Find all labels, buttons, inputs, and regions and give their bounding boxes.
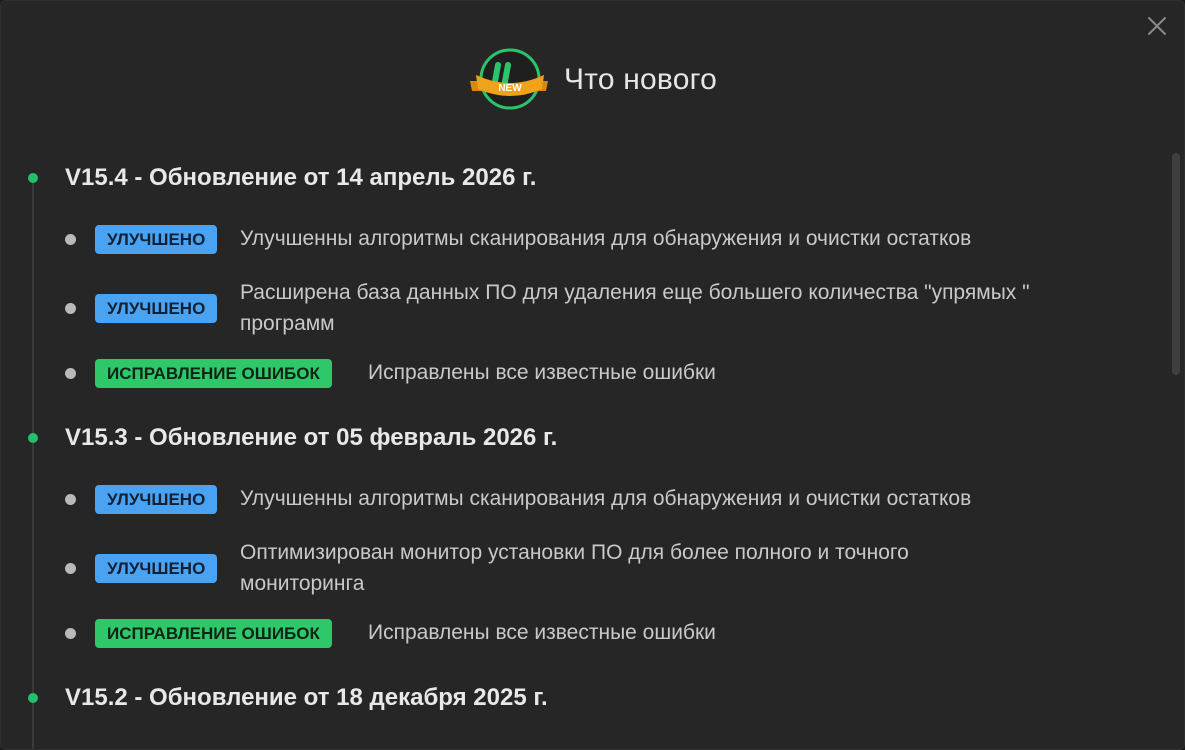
- changelog-item: УЛУЧШЕНО Улучшенны алгоритмы сканирования…: [1, 211, 1151, 271]
- changelog-item: ИСПРАВЛЕНИЕ ОШИБОК Исправлены все известн…: [1, 605, 1151, 665]
- bullet: [65, 234, 76, 245]
- item-description: Улучшенны алгоритмы сканирования для обн…: [240, 483, 971, 514]
- whats-new-dialog: NEW Что нового V15.4 - Обновление от 14 …: [0, 0, 1185, 750]
- bullet: [65, 303, 76, 314]
- item-description: Улучшенны алгоритмы сканирования для обн…: [240, 223, 971, 254]
- changelog-item: ИСПРАВЛЕНИЕ ОШИБОК Исправлены все известн…: [1, 345, 1151, 405]
- item-description-line: Улучшенны алгоритмы сканирования для обн…: [240, 227, 972, 250]
- app-logo-new-icon: NEW: [470, 48, 549, 110]
- item-description-line: Оптимизирован монитор установки ПО для б…: [240, 541, 909, 564]
- improved-badge: УЛУЧШЕНО: [95, 294, 218, 323]
- logo-new-label: NEW: [498, 83, 522, 94]
- dialog-title: Что нового: [564, 63, 717, 96]
- item-description-line: Исправлены все известные ошибки: [368, 621, 716, 644]
- item-description: Исправлены все известные ошибки: [368, 617, 716, 648]
- changelog-list[interactable]: V15.4 - Обновление от 14 апрель 2026 г. У…: [1, 151, 1171, 749]
- bullet: [65, 563, 76, 574]
- version-title: V15.4 - Обновление от 14 апрель 2026 г.: [65, 164, 537, 191]
- dialog-header: NEW Что нового: [1, 47, 1184, 113]
- item-description-line: Расширена база данных ПО для удаления ещ…: [240, 281, 1030, 304]
- changelog-item: УЛУЧШЕНО Улучшенны алгоритмы сканирования…: [1, 471, 1151, 531]
- bugfix-badge: ИСПРАВЛЕНИЕ ОШИБОК: [95, 619, 332, 648]
- version-header: V15.3 - Обновление от 05 февраль 2026 г.: [1, 411, 1151, 451]
- close-icon: [1148, 17, 1166, 35]
- item-description-line: Исправлены все известные ошибки: [368, 361, 716, 384]
- item-description: Исправлены все известные ошибки: [368, 357, 716, 388]
- item-description-line: мониторинга: [240, 572, 365, 595]
- changelog-item: УЛУЧШЕНО Оптимизирован монитор установки …: [1, 531, 1151, 605]
- close-button[interactable]: [1142, 11, 1172, 41]
- timeline-dot: [28, 693, 38, 703]
- bullet: [65, 494, 76, 505]
- version-header: V15.4 - Обновление от 14 апрель 2026 г.: [1, 151, 1151, 191]
- item-description-line: программ: [240, 312, 335, 335]
- scrollbar[interactable]: [1172, 151, 1180, 749]
- scrollbar-thumb[interactable]: [1172, 153, 1180, 375]
- item-description: Расширена база данных ПО для удаления ещ…: [240, 277, 1030, 339]
- improved-badge: УЛУЧШЕНО: [95, 554, 218, 583]
- bugfix-badge: ИСПРАВЛЕНИЕ ОШИБОК: [95, 359, 332, 388]
- version-title: V15.2 - Обновление от 18 декабря 2025 г.: [65, 684, 548, 711]
- timeline-dot: [28, 173, 38, 183]
- bullet: [65, 368, 76, 379]
- timeline-dot: [28, 433, 38, 443]
- bullet: [65, 628, 76, 639]
- version-header: V15.2 - Обновление от 18 декабря 2025 г.: [1, 671, 1151, 711]
- changelog-item: УЛУЧШЕНО Расширена база данных ПО для уда…: [1, 271, 1151, 345]
- improved-badge: УЛУЧШЕНО: [95, 225, 218, 254]
- item-description: Оптимизирован монитор установки ПО для б…: [240, 537, 909, 599]
- version-title: V15.3 - Обновление от 05 февраль 2026 г.: [65, 424, 558, 451]
- improved-badge: УЛУЧШЕНО: [95, 485, 218, 514]
- item-description-line: Улучшенны алгоритмы сканирования для обн…: [240, 487, 972, 510]
